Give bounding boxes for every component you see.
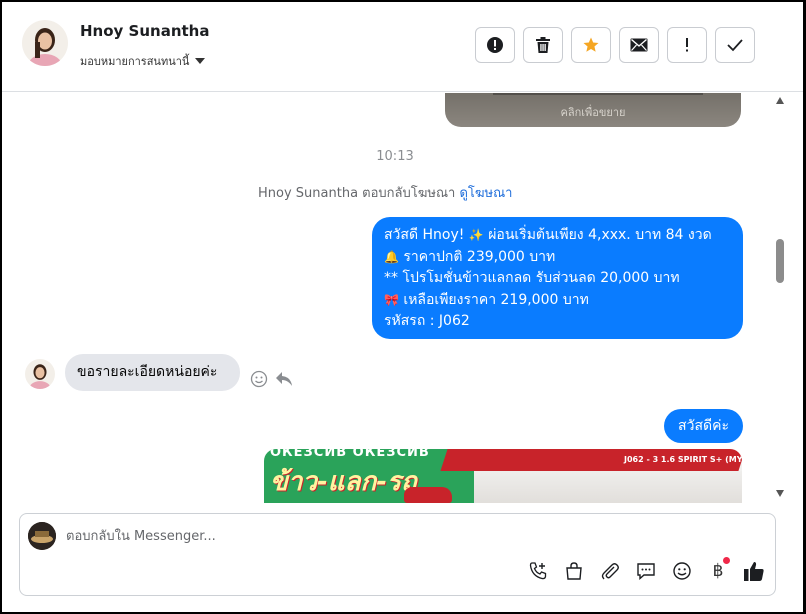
line-text: ราคาปกติ 239,000 บาท xyxy=(398,248,556,265)
outgoing-message-bubble[interactable]: สวัสดี Hnoy! ✨ ผ่อนเริ่มต้นเพียง 4,xxx. … xyxy=(372,217,743,339)
scrollbar[interactable] xyxy=(772,93,788,503)
outgoing-message-bubble[interactable]: สวัสดีค่ะ xyxy=(664,409,743,443)
scroll-down-arrow-icon[interactable] xyxy=(776,490,784,497)
saved-reply-icon xyxy=(637,563,655,581)
like-button[interactable] xyxy=(743,560,765,582)
page-avatar xyxy=(28,522,56,550)
star-button[interactable] xyxy=(571,27,611,63)
view-ad-link[interactable]: ดูโฆษณา xyxy=(459,186,512,201)
saved-replies-button[interactable] xyxy=(635,560,657,582)
line-text: เหลือเพียงราคา 219,000 บาท xyxy=(398,291,589,308)
reply-icon xyxy=(276,372,292,386)
bell-icon: 🔔 xyxy=(384,249,399,264)
assign-label: มอบหมายการสนทนานี้ xyxy=(80,55,190,68)
messenger-thread-window: Hnoy Sunantha มอบหมายการสนทนานี้ คลิกเพื… xyxy=(0,0,806,614)
message-line: ** โปรโมชั่นข้าวแลกลด รับส่วนลด 20,000 บ… xyxy=(384,270,680,286)
check-icon xyxy=(727,39,743,52)
reply-input[interactable] xyxy=(66,522,726,550)
mark-spam-button[interactable] xyxy=(475,27,515,63)
trash-icon xyxy=(536,37,550,53)
smile-icon xyxy=(250,370,268,388)
promo-image[interactable]: ОКЕЗСИВ ОКЕЗСИВ ข้าว-แลก-รถ J062 - 3 1.6… xyxy=(264,449,742,503)
header-actions xyxy=(475,27,755,63)
ad-reply-text: Hnoy Sunantha ตอบกลับโฆษณา xyxy=(258,186,456,201)
alert-circle-icon xyxy=(487,37,503,53)
message-line: รหัสรถ : J062 xyxy=(384,313,470,329)
ad-reply-notice: Hnoy Sunantha ตอบกลับโฆษณา ดูโฆษณา xyxy=(258,182,512,203)
ribbon-icon: 🎀 xyxy=(384,292,399,307)
promo-headline: ข้าว-แลก-รถ xyxy=(270,467,417,497)
sparkles-icon: ✨ xyxy=(468,228,484,242)
shop-button[interactable] xyxy=(563,560,585,582)
message-line: 🎀 เหลือเพียงราคา 219,000 บาท xyxy=(384,290,731,312)
mark-done-button[interactable] xyxy=(715,27,755,63)
exclamation-icon xyxy=(686,38,688,52)
call-add-icon xyxy=(529,562,547,580)
envelope-icon xyxy=(630,38,648,52)
image-content xyxy=(474,471,742,503)
reply-composer: ฿ xyxy=(19,513,776,596)
incoming-message-bubble[interactable]: ขอรายละเอียดหน่อยค่ะ xyxy=(65,354,240,391)
assign-conversation-dropdown[interactable]: มอบหมายการสนทนานี้ xyxy=(80,52,206,70)
sender-avatar[interactable] xyxy=(25,359,55,389)
notification-dot xyxy=(723,557,730,564)
star-icon xyxy=(583,37,599,52)
car-icon xyxy=(404,487,452,503)
reply-button[interactable] xyxy=(274,369,294,389)
scroll-up-arrow-icon[interactable] xyxy=(776,97,784,104)
composer-tools: ฿ xyxy=(527,557,765,582)
react-button[interactable] xyxy=(250,370,268,388)
image-content xyxy=(493,93,703,95)
message-list: คลิกเพื่อขยาย 10:13 Hnoy Sunantha ตอบกลั… xyxy=(2,93,790,503)
baht-payment-icon: ฿ xyxy=(712,561,724,581)
image-caption: คลิกเพื่อขยาย xyxy=(560,106,626,119)
call-add-button[interactable] xyxy=(527,560,549,582)
follow-up-button[interactable] xyxy=(667,27,707,63)
message-timestamp: 10:13 xyxy=(376,149,414,164)
payment-button[interactable]: ฿ xyxy=(707,557,730,582)
emoji-icon xyxy=(673,562,691,580)
caret-down-icon xyxy=(195,58,206,64)
message-line: 🔔 ราคาปกติ 239,000 บาท xyxy=(384,247,731,269)
attachment-image[interactable]: คลิกเพื่อขยาย xyxy=(445,93,741,127)
thumbs-up-icon xyxy=(744,562,764,581)
line-text: สวัสดี Hnoy! xyxy=(384,227,469,243)
contact-name[interactable]: Hnoy Sunantha xyxy=(80,22,209,40)
shopping-bag-icon xyxy=(566,562,582,580)
message-line: สวัสดี Hnoy! ✨ ผ่อนเริ่มต้นเพียง 4,xxx. … xyxy=(384,225,731,247)
scroll-thumb[interactable] xyxy=(776,239,784,283)
avatar[interactable] xyxy=(22,20,68,66)
emoji-button[interactable] xyxy=(671,560,693,582)
promo-top-text: ОКЕЗСИВ ОКЕЗСИВ xyxy=(270,449,430,460)
attach-button[interactable] xyxy=(599,560,621,582)
promo-code: J062 - 3 1.6 SPIRIT S+ (MY12) AT xyxy=(624,455,742,464)
delete-button[interactable] xyxy=(523,27,563,63)
thread-header: Hnoy Sunantha มอบหมายการสนทนานี้ xyxy=(2,2,803,92)
line-text: ผ่อนเริ่มต้นเพียง 4,xxx. บาท 84 งวด xyxy=(483,227,712,243)
paperclip-icon xyxy=(601,563,619,580)
mark-unread-button[interactable] xyxy=(619,27,659,63)
